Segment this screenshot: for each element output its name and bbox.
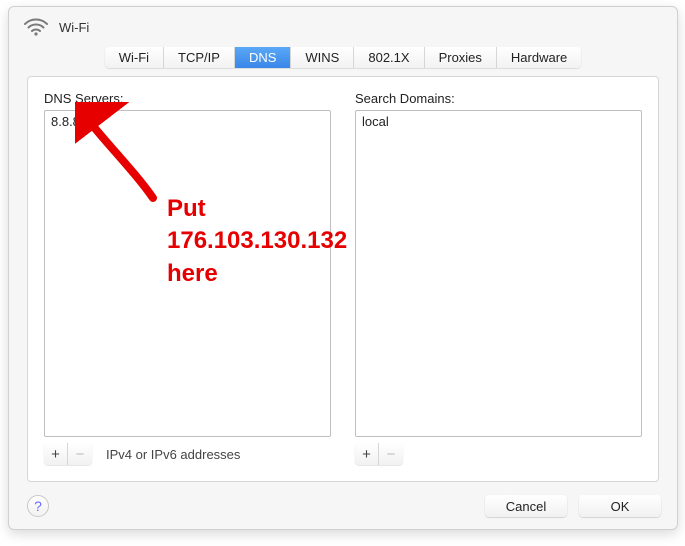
search-remove-button[interactable]: −: [379, 443, 403, 465]
footer-buttons: Cancel OK: [485, 495, 677, 517]
dns-add-remove-group: + −: [44, 443, 92, 465]
tab-proxies[interactable]: Proxies: [425, 47, 497, 68]
network-advanced-dialog: Wi-Fi Wi-Fi TCP/IP DNS WINS 802.1X Proxi…: [8, 6, 678, 530]
ok-button[interactable]: OK: [579, 495, 661, 517]
tab-hardware[interactable]: Hardware: [497, 47, 581, 68]
search-domains-controls: + −: [355, 443, 642, 465]
search-domains-column: Search Domains: local + −: [355, 91, 642, 465]
dialog-footer: ? Cancel OK: [27, 495, 677, 517]
list-item[interactable]: 8.8.8.8: [51, 114, 324, 129]
cancel-button[interactable]: Cancel: [485, 495, 567, 517]
tab-wifi[interactable]: Wi-Fi: [105, 47, 164, 68]
search-domains-list[interactable]: local: [355, 110, 642, 437]
dns-hint: IPv4 or IPv6 addresses: [106, 447, 240, 462]
dialog-header: Wi-Fi: [9, 7, 677, 43]
content-panel: DNS Servers: 8.8.8.8 + − IPv4 or IPv6 ad…: [27, 76, 659, 482]
dns-servers-controls: + − IPv4 or IPv6 addresses: [44, 443, 331, 465]
dns-add-button[interactable]: +: [44, 443, 68, 465]
help-button[interactable]: ?: [27, 495, 49, 517]
header-title: Wi-Fi: [59, 20, 89, 35]
search-add-button[interactable]: +: [355, 443, 379, 465]
tab-dns[interactable]: DNS: [235, 47, 291, 68]
tab-tcpip[interactable]: TCP/IP: [164, 47, 235, 68]
tabs-container: Wi-Fi TCP/IP DNS WINS 802.1X Proxies Har…: [9, 47, 677, 68]
dns-servers-label: DNS Servers:: [44, 91, 331, 106]
wifi-icon: [23, 17, 49, 37]
dns-remove-button[interactable]: −: [68, 443, 92, 465]
tab-wins[interactable]: WINS: [291, 47, 354, 68]
dns-servers-column: DNS Servers: 8.8.8.8 + − IPv4 or IPv6 ad…: [44, 91, 331, 465]
search-add-remove-group: + −: [355, 443, 403, 465]
tab-8021x[interactable]: 802.1X: [354, 47, 424, 68]
columns: DNS Servers: 8.8.8.8 + − IPv4 or IPv6 ad…: [44, 91, 642, 465]
tabstrip: Wi-Fi TCP/IP DNS WINS 802.1X Proxies Har…: [105, 47, 582, 68]
dns-servers-list[interactable]: 8.8.8.8: [44, 110, 331, 437]
list-item[interactable]: local: [362, 114, 635, 129]
search-domains-label: Search Domains:: [355, 91, 642, 106]
